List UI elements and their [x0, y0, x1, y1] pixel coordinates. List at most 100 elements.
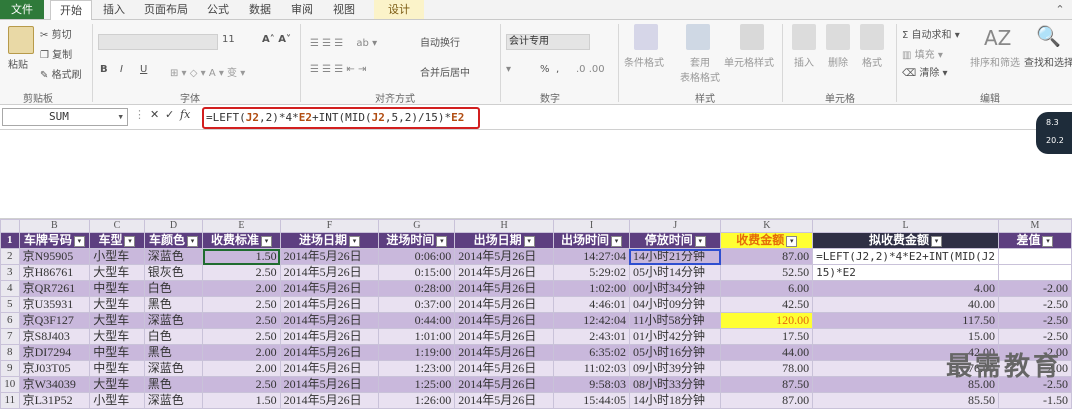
table-cell[interactable]: 黑色 [143, 296, 204, 313]
insert-cells-icon[interactable] [792, 24, 816, 50]
filter-dropdown-icon[interactable]: ▾ [436, 235, 448, 247]
table-cell[interactable]: 1:01:00 [378, 328, 456, 345]
currency-icon[interactable]: ▾ [506, 64, 511, 75]
column-header[interactable]: J [628, 219, 722, 233]
header-cell[interactable]: 出场日期 ▾ [454, 232, 555, 249]
table-cell[interactable]: 京DI7294 [18, 344, 91, 361]
table-cell[interactable]: 京QR7261 [18, 280, 91, 297]
filter-dropdown-icon[interactable]: ▾ [611, 235, 623, 247]
format-painter-button[interactable]: ✎ 格式刷 [40, 66, 82, 81]
column-header[interactable]: D [143, 219, 204, 233]
row-header[interactable]: 4 [0, 280, 20, 297]
border-icon[interactable]: ⊞ ▾ ◇ ▾ A ▾ 变 ▾ [170, 64, 245, 79]
table-cell[interactable]: 2:43:01 [553, 328, 630, 345]
table-cell[interactable]: 1:25:00 [378, 376, 456, 393]
table-cell[interactable]: 京H86761 [18, 264, 91, 281]
name-box[interactable]: SUM ▾ [2, 108, 128, 126]
percent-button[interactable]: % [540, 64, 550, 75]
table-cell[interactable]: 京S8J403 [18, 328, 91, 345]
table-cell[interactable]: 120.00 [720, 312, 814, 329]
header-cell[interactable]: 车型 ▾ [89, 232, 145, 249]
formula-expanded-area[interactable] [0, 130, 1072, 219]
merge-center-button[interactable]: 合并后居中 [420, 64, 470, 79]
align-left-icon[interactable]: ☰ ☰ ☰ ⇤ ⇥ [310, 64, 366, 75]
copy-button[interactable]: ❐ 复制 [40, 46, 72, 61]
table-cell[interactable]: 2014年5月26日 [279, 328, 380, 345]
column-header[interactable]: C [89, 219, 145, 233]
table-cell[interactable]: 5:29:02 [553, 264, 630, 281]
wrap-text-button[interactable]: 自动换行 [420, 34, 460, 49]
table-cell[interactable]: 2.50 [202, 264, 281, 281]
table-cell[interactable]: 京L31P52 [18, 392, 91, 409]
table-cell[interactable]: 2014年5月26日 [279, 360, 380, 377]
header-cell[interactable]: 拟收费金额 ▾ [812, 232, 999, 249]
filter-dropdown-icon[interactable]: ▾ [187, 235, 199, 247]
table-cell[interactable]: 2014年5月26日 [279, 392, 380, 409]
insert-function-button[interactable]: fx [180, 108, 190, 121]
header-cell[interactable]: 进场日期 ▾ [279, 232, 380, 249]
select-all-corner[interactable] [0, 219, 20, 233]
table-cell[interactable]: 大型车 [89, 328, 145, 345]
table-cell[interactable] [997, 248, 1072, 265]
table-cell[interactable]: 银灰色 [143, 264, 204, 281]
table-cell[interactable]: 4.00 [812, 280, 999, 297]
table-cell[interactable]: 大型车 [89, 264, 145, 281]
table-cell[interactable]: 2014年5月26日 [454, 296, 555, 313]
table-cell[interactable]: 1.50 [202, 248, 281, 265]
table-cell[interactable]: 4:46:01 [553, 296, 630, 313]
column-header[interactable]: H [454, 219, 555, 233]
filter-dropdown-icon[interactable]: ▾ [73, 235, 85, 247]
table-cell[interactable]: 2014年5月26日 [279, 312, 380, 329]
table-cell[interactable]: 0:15:00 [378, 264, 456, 281]
font-size-select[interactable]: 11 [222, 34, 235, 45]
table-cell[interactable]: -2.50 [997, 312, 1072, 329]
filter-dropdown-icon[interactable]: ▾ [523, 235, 535, 247]
table-cell[interactable]: 87.50 [720, 376, 814, 393]
table-cell[interactable]: 87.00 [720, 392, 814, 409]
fill-button[interactable]: ▥ 填充 ▾ [902, 46, 943, 61]
row-header[interactable]: 9 [0, 360, 20, 377]
table-cell[interactable]: 15.00 [812, 328, 999, 345]
table-cell[interactable]: 小型车 [89, 248, 145, 265]
table-cell[interactable]: 01小时42分钟 [628, 328, 722, 345]
table-cell[interactable]: 2014年5月26日 [454, 328, 555, 345]
comma-button[interactable]: , [556, 64, 559, 75]
font-name-select[interactable] [98, 34, 218, 50]
italic-button[interactable]: I [120, 64, 123, 75]
row-header[interactable]: 8 [0, 344, 20, 361]
tab-review[interactable]: 审阅 [284, 0, 320, 19]
tab-home[interactable]: 开始 [50, 0, 92, 20]
cell-style-icon[interactable] [740, 24, 764, 50]
filter-dropdown-icon[interactable]: ▾ [260, 235, 272, 247]
table-cell[interactable]: 0:44:00 [378, 312, 456, 329]
underline-button[interactable]: U [140, 64, 147, 75]
filter-dropdown-icon[interactable]: ▾ [124, 235, 136, 247]
cut-button[interactable]: ✂ 剪切 [40, 26, 72, 41]
table-cell[interactable]: 1:26:00 [378, 392, 456, 409]
decimal-icon[interactable]: .0 .00 [576, 64, 605, 75]
tab-view[interactable]: 视图 [326, 0, 362, 19]
table-cell[interactable]: 京J03T05 [18, 360, 91, 377]
conditional-format-icon[interactable] [634, 24, 658, 50]
table-cell[interactable]: 小型车 [89, 392, 145, 409]
table-cell[interactable]: 2.50 [202, 328, 281, 345]
table-cell[interactable]: 京Q3F127 [18, 312, 91, 329]
table-cell[interactable]: 深蓝色 [143, 392, 204, 409]
table-cell[interactable]: 2014年5月26日 [279, 248, 380, 265]
autosum-button[interactable]: Σ 自动求和 ▾ [902, 26, 960, 41]
table-cell[interactable]: 2014年5月26日 [279, 296, 380, 313]
column-header[interactable]: B [18, 219, 91, 233]
table-cell[interactable]: 2014年5月26日 [454, 312, 555, 329]
table-cell[interactable]: 2014年5月26日 [454, 376, 555, 393]
find-binoculars-icon[interactable]: 🔍 [1036, 24, 1061, 48]
table-cell[interactable]: 08小时33分钟 [628, 376, 722, 393]
formula-input[interactable]: =LEFT(J2,2)*4*E2+INT(MID(J2,5,2)/15)*E2 [202, 107, 480, 129]
header-cell[interactable]: 收费金额 ▾ [720, 232, 814, 249]
table-cell[interactable]: 0:06:00 [378, 248, 456, 265]
table-cell[interactable]: 2014年5月26日 [279, 264, 380, 281]
row-header[interactable]: 10 [0, 376, 20, 393]
table-cell[interactable]: 2014年5月26日 [454, 344, 555, 361]
table-cell[interactable]: 深蓝色 [143, 248, 204, 265]
tab-insert[interactable]: 插入 [96, 0, 132, 19]
delete-cells-icon[interactable] [826, 24, 850, 50]
